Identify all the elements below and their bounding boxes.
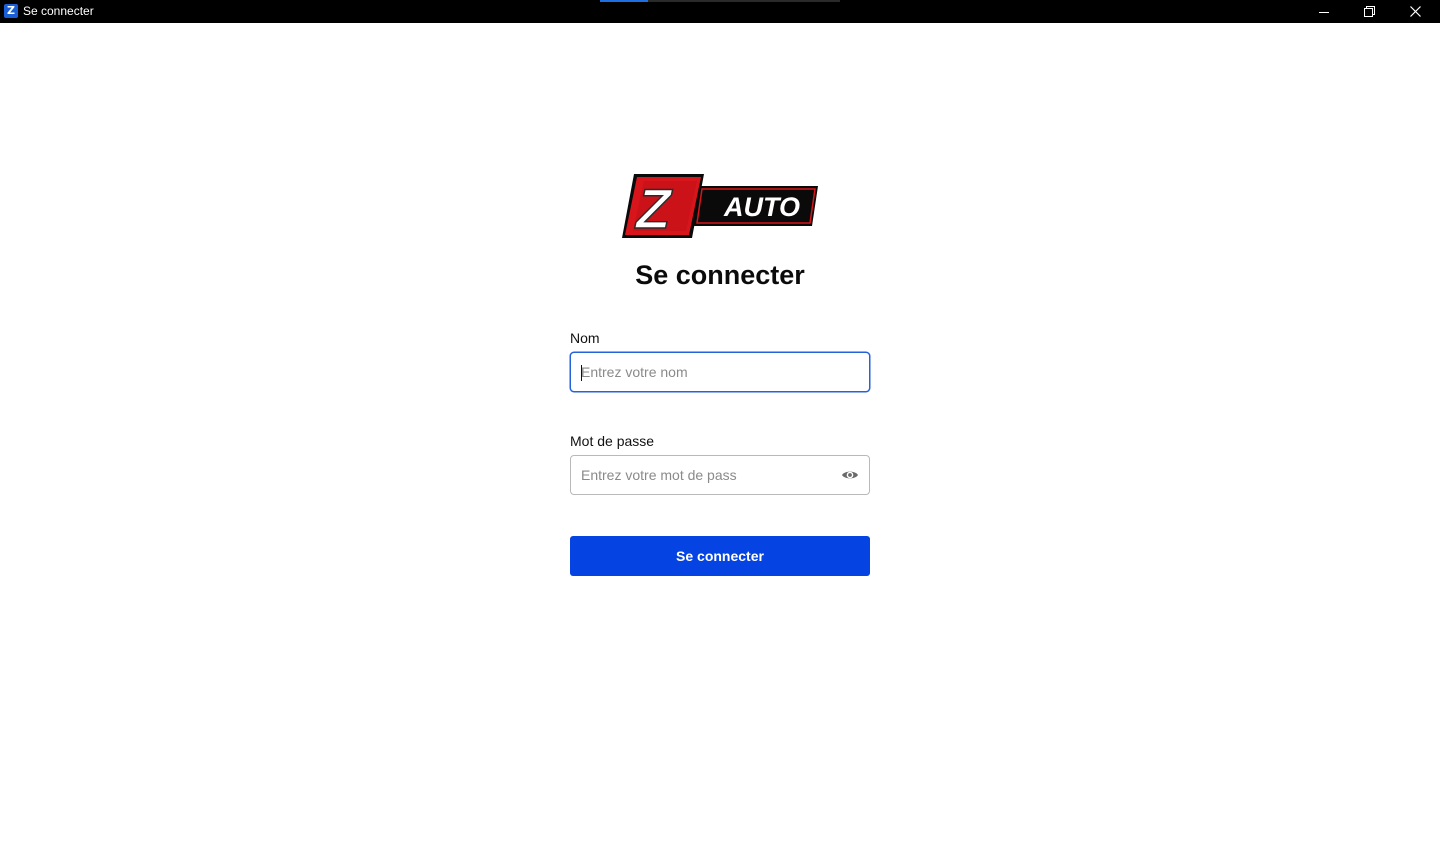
page-title: Se connecter: [635, 260, 805, 290]
zauto-logo: Z AUTO: [622, 174, 818, 240]
loading-progress-bar: [600, 0, 840, 2]
password-input[interactable]: [581, 456, 836, 494]
name-label: Nom: [570, 330, 600, 346]
minimize-button[interactable]: [1301, 0, 1347, 23]
window-title: Se connecter: [23, 4, 94, 18]
name-field-wrapper: [570, 352, 870, 392]
eye-icon[interactable]: [841, 467, 859, 483]
restore-icon: [1363, 6, 1375, 17]
name-input[interactable]: [581, 353, 836, 391]
close-icon: [1409, 6, 1421, 17]
login-submit-button[interactable]: Se connecter: [570, 536, 870, 576]
window-titlebar: Z Se connecter: [0, 0, 1440, 23]
loading-progress-fill: [600, 0, 648, 2]
minimize-icon: [1319, 11, 1329, 13]
text-caret: [581, 365, 582, 381]
app-icon: Z: [4, 4, 18, 18]
restore-button[interactable]: [1346, 0, 1392, 23]
logo-text: AUTO: [723, 192, 800, 222]
close-button[interactable]: [1392, 0, 1438, 23]
password-label: Mot de passe: [570, 433, 655, 449]
password-field-wrapper: [570, 455, 870, 495]
